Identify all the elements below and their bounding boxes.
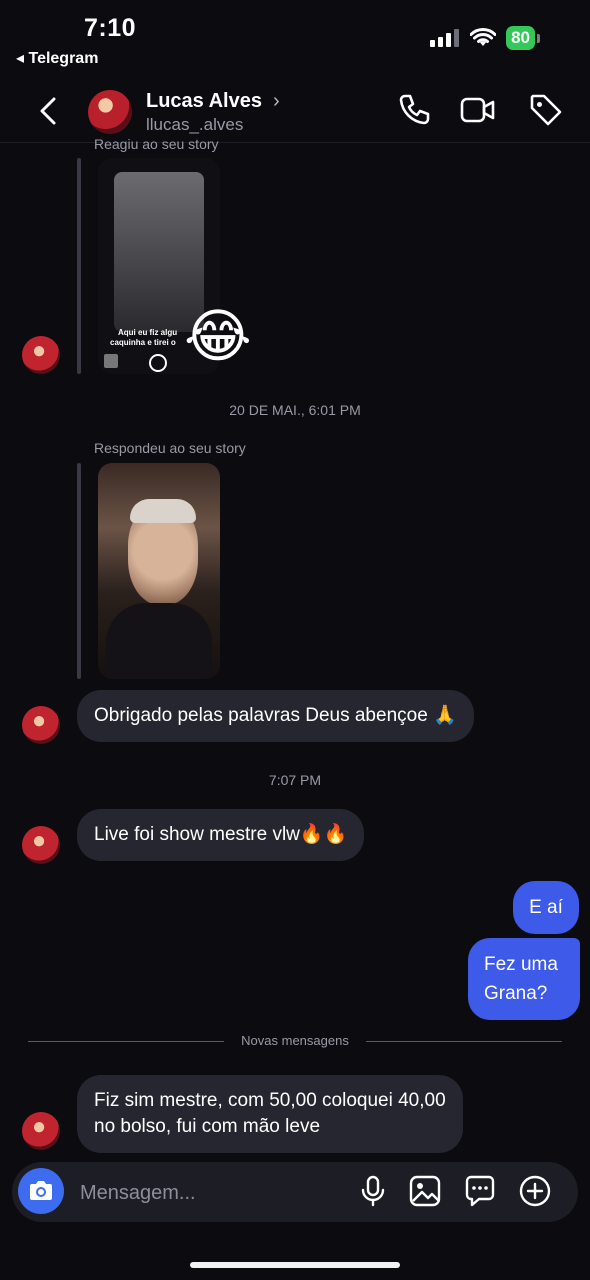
chevron-right-icon[interactable]: › xyxy=(273,90,280,113)
signal-icon xyxy=(430,29,460,47)
story-circle-icon xyxy=(149,354,167,372)
story-thumb-square xyxy=(104,354,118,368)
back-arrow-icon[interactable] xyxy=(34,96,64,126)
sender-avatar[interactable] xyxy=(22,1112,60,1150)
new-messages-label: Novas mensagens xyxy=(241,1033,349,1048)
timestamp: 20 DE MAI., 6:01 PM xyxy=(229,402,361,418)
reacted-story-label: Reagiu ao seu story xyxy=(94,136,219,152)
message-bubble-incoming[interactable]: Live foi show mestre vlw🔥🔥 xyxy=(77,809,365,861)
status-icons: 80 xyxy=(430,26,540,50)
status-time: 7:10 xyxy=(84,14,137,42)
sender-avatar[interactable] xyxy=(22,826,60,864)
video-call-icon[interactable] xyxy=(460,92,496,128)
reaction-emoji: 😂 xyxy=(184,304,252,369)
timestamp: 7:07 PM xyxy=(268,772,322,788)
phone-icon[interactable] xyxy=(396,92,432,128)
battery-level: 80 xyxy=(506,26,535,50)
gallery-icon[interactable] xyxy=(408,1174,442,1208)
quote-bar xyxy=(77,158,81,374)
tag-icon[interactable] xyxy=(528,92,564,128)
wifi-icon xyxy=(470,28,497,46)
contact-name[interactable]: Lucas Alves xyxy=(146,90,262,113)
quote-bar xyxy=(77,463,81,679)
message-line: Fez uma xyxy=(484,954,558,975)
message-input[interactable] xyxy=(78,1178,342,1208)
back-to-app-link[interactable]: ◂ Telegram xyxy=(16,48,98,68)
camera-icon xyxy=(30,1181,52,1200)
contact-username[interactable]: llucas_.alves xyxy=(146,115,243,135)
replied-story-label: Respondeu ao seu story xyxy=(94,440,246,456)
sticker-chat-icon[interactable] xyxy=(463,1174,497,1208)
camera-button[interactable] xyxy=(18,1168,64,1214)
sender-avatar[interactable] xyxy=(22,706,60,744)
sender-avatar[interactable] xyxy=(22,336,60,374)
message-bubble-incoming[interactable]: Fiz sim mestre, com 50,00 coloquei 40,00… xyxy=(77,1075,463,1153)
message-line: Grana? xyxy=(484,983,548,1004)
contact-avatar[interactable] xyxy=(88,90,132,134)
battery-cap xyxy=(537,33,540,43)
message-line: Fiz sim mestre, com 50,00 coloquei 40,00 xyxy=(94,1090,446,1111)
message-bubble-outgoing[interactable]: Fez uma Grana? xyxy=(468,938,580,1020)
story-thumbnail-2[interactable] xyxy=(98,463,220,679)
message-bubble-outgoing[interactable]: E aí xyxy=(513,881,579,934)
plus-circle-icon[interactable] xyxy=(518,1174,552,1208)
home-indicator[interactable] xyxy=(190,1262,400,1268)
message-line: no bolso, fui com mão leve xyxy=(94,1116,321,1137)
message-bubble-incoming[interactable]: Obrigado pelas palavras Deus abençoe 🙏 xyxy=(77,690,474,742)
microphone-icon[interactable] xyxy=(356,1174,390,1208)
